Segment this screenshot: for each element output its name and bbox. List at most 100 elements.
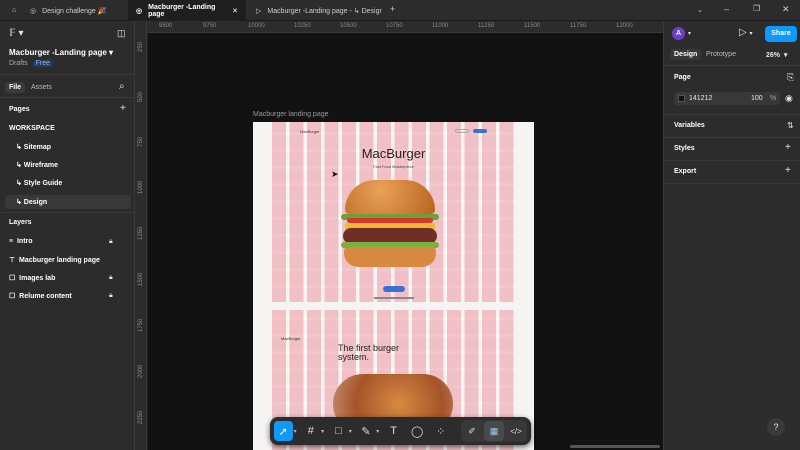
landing-page-frame[interactable]: MacBurger MacBurger Fast Food Masterpiec… xyxy=(253,122,534,450)
chevron-down-icon[interactable]: ▾ xyxy=(321,428,324,435)
actions-icon[interactable]: ⁘ xyxy=(431,421,450,441)
tab-assets[interactable]: Assets xyxy=(31,84,52,91)
vertical-ruler: 250 500 750 1000 1250 1500 1750 2000 225… xyxy=(135,21,147,450)
search-icon[interactable]: ⌕ xyxy=(119,81,125,92)
ruler-label: 2250 xyxy=(138,410,144,424)
frame-label[interactable]: Macburger landing page xyxy=(253,111,329,118)
frame-icon: ☐ xyxy=(9,275,16,282)
section-title: The first burger system. xyxy=(338,343,400,362)
file-name[interactable]: Macburger -Landing page ▾ xyxy=(9,48,113,57)
chevron-down-icon[interactable]: ▾ xyxy=(349,428,352,435)
variables-header[interactable]: Variables xyxy=(674,122,705,129)
page-design[interactable]: ↳ Design xyxy=(5,195,131,209)
layer-macburger-landing-page[interactable]: ⊤ Macburger landing page xyxy=(9,256,100,264)
export-header: Export xyxy=(674,168,697,175)
nav-button-secondary xyxy=(455,129,469,133)
layer-images-lab[interactable]: ☐ Images lab xyxy=(9,274,55,282)
page-workspace[interactable]: WORKSPACE xyxy=(9,125,55,132)
pages-header: Pages xyxy=(9,106,30,113)
divider xyxy=(0,74,137,75)
lock-icon[interactable]: 🔒︎ xyxy=(109,238,113,246)
canvas[interactable]: Macburger landing page MacBurger MacBurg… xyxy=(148,33,663,450)
page-color-field[interactable]: 141212 100 % xyxy=(674,92,780,105)
tab-design-challenge[interactable]: ◎ Design challenge 🎉 xyxy=(22,0,126,21)
new-tab-icon[interactable]: + xyxy=(390,4,395,14)
avatar[interactable]: A xyxy=(672,27,685,40)
tab-macburger[interactable]: ◎ Macburger -Landing page ✕ xyxy=(128,0,246,21)
main-menu-icon[interactable]: 𝔽 ▾ xyxy=(9,28,24,39)
layer-intro[interactable]: ≡ Intro xyxy=(9,238,33,245)
minimize-icon[interactable]: – xyxy=(724,4,729,14)
text-tool-icon[interactable]: T xyxy=(384,421,403,441)
section-label: MacBurger xyxy=(281,336,301,341)
toggle-sidebar-icon[interactable]: ◫ xyxy=(117,28,126,39)
chevron-down-icon[interactable]: ▾ xyxy=(688,30,691,37)
horizontal-scrollbar[interactable] xyxy=(570,445,660,448)
chevron-down-icon[interactable]: ▾ xyxy=(294,428,297,435)
ruler-label: 1750 xyxy=(138,318,144,332)
ruler-label: 10750 xyxy=(386,23,403,29)
page-opacity-value: 100 xyxy=(751,95,763,102)
share-button[interactable]: Share xyxy=(765,26,797,42)
add-style-icon[interactable]: + xyxy=(785,142,791,153)
drafts-label: Drafts Free xyxy=(9,60,54,67)
plan-badge: Free xyxy=(32,60,54,67)
lock-icon[interactable]: 🔒︎ xyxy=(109,274,113,282)
divider xyxy=(664,160,800,161)
percent-sign: % xyxy=(770,95,777,102)
chevron-down-icon[interactable]: ⌄ xyxy=(697,6,703,14)
frame-tool-icon[interactable]: # xyxy=(302,421,321,441)
nav-button-primary xyxy=(473,129,487,133)
add-page-icon[interactable]: + xyxy=(120,103,126,114)
tab-prototype[interactable]: ▷ Macburger -Landing page - ↳ Design xyxy=(248,0,382,21)
ruler-label: 1000 xyxy=(138,180,144,194)
divider xyxy=(664,137,800,138)
mode-switcher: ✐ ▦ </> xyxy=(461,420,527,442)
figma-file-icon: ◎ xyxy=(136,7,143,15)
divider xyxy=(0,97,137,98)
ruler-label: 1500 xyxy=(138,272,144,286)
page-style-guide[interactable]: ↳ Style Guide xyxy=(16,179,62,187)
ruler-label: 9500 xyxy=(159,23,173,29)
close-tab-icon[interactable]: ✕ xyxy=(232,7,238,15)
eye-icon[interactable]: ◉ xyxy=(785,93,793,104)
page-sitemap[interactable]: ↳ Sitemap xyxy=(16,143,51,151)
comment-tool-icon[interactable]: ◯ xyxy=(408,421,427,441)
help-button[interactable]: ? xyxy=(767,418,785,436)
pen-tool-icon[interactable]: ✎ xyxy=(357,421,376,441)
local-styles-icon[interactable]: ⎘ xyxy=(787,72,794,83)
add-export-icon[interactable]: + xyxy=(785,165,791,176)
ruler-label: 1250 xyxy=(138,226,144,240)
cta-caption xyxy=(374,297,414,299)
close-window-icon[interactable]: ✕ xyxy=(782,4,790,15)
component-icon: ⊤ xyxy=(9,257,16,264)
dev-mode-icon[interactable]: </> xyxy=(506,421,526,441)
draw-mode-icon[interactable]: ✐ xyxy=(462,421,482,441)
lock-icon[interactable]: 🔒︎ xyxy=(109,292,113,300)
variables-icon[interactable]: ⇅ xyxy=(787,121,794,130)
chevron-down-icon[interactable]: ▾ xyxy=(376,428,379,435)
right-panel: A ▾ ▷ ▾ Share Design Prototype 26% ▾ Pag… xyxy=(663,21,800,450)
rectangle-tool-icon[interactable]: □ xyxy=(329,421,348,441)
tab-design[interactable]: Design xyxy=(670,49,702,60)
restore-icon[interactable]: ❐ xyxy=(753,4,760,13)
tab-file[interactable]: File xyxy=(5,82,26,93)
tab-prototype[interactable]: Prototype xyxy=(706,51,736,58)
design-mode-icon[interactable]: ▦ xyxy=(484,421,504,441)
hero-title: MacBurger xyxy=(361,146,426,161)
layer-relume-content[interactable]: ☐ Relume content xyxy=(9,292,72,300)
ruler-label: 11500 xyxy=(524,23,541,29)
ruler-label: 11000 xyxy=(432,23,449,29)
move-tool-icon[interactable]: ➚ xyxy=(274,421,293,441)
cta-button xyxy=(383,286,405,292)
page-color-value: 141212 xyxy=(689,95,713,102)
frame-icon: ☐ xyxy=(9,293,16,300)
divider xyxy=(664,183,800,184)
color-swatch[interactable] xyxy=(678,95,685,102)
ruler-label: 500 xyxy=(138,92,144,103)
page-wireframe[interactable]: ↳ Wireframe xyxy=(16,161,58,169)
zoom-level[interactable]: 26% ▾ xyxy=(766,51,787,59)
tab-bar: ⌂ ◎ Design challenge 🎉 ◎ Macburger -Landin… xyxy=(0,0,800,21)
present-icon[interactable]: ▷ ▾ xyxy=(739,27,752,38)
burger-image xyxy=(341,178,439,272)
